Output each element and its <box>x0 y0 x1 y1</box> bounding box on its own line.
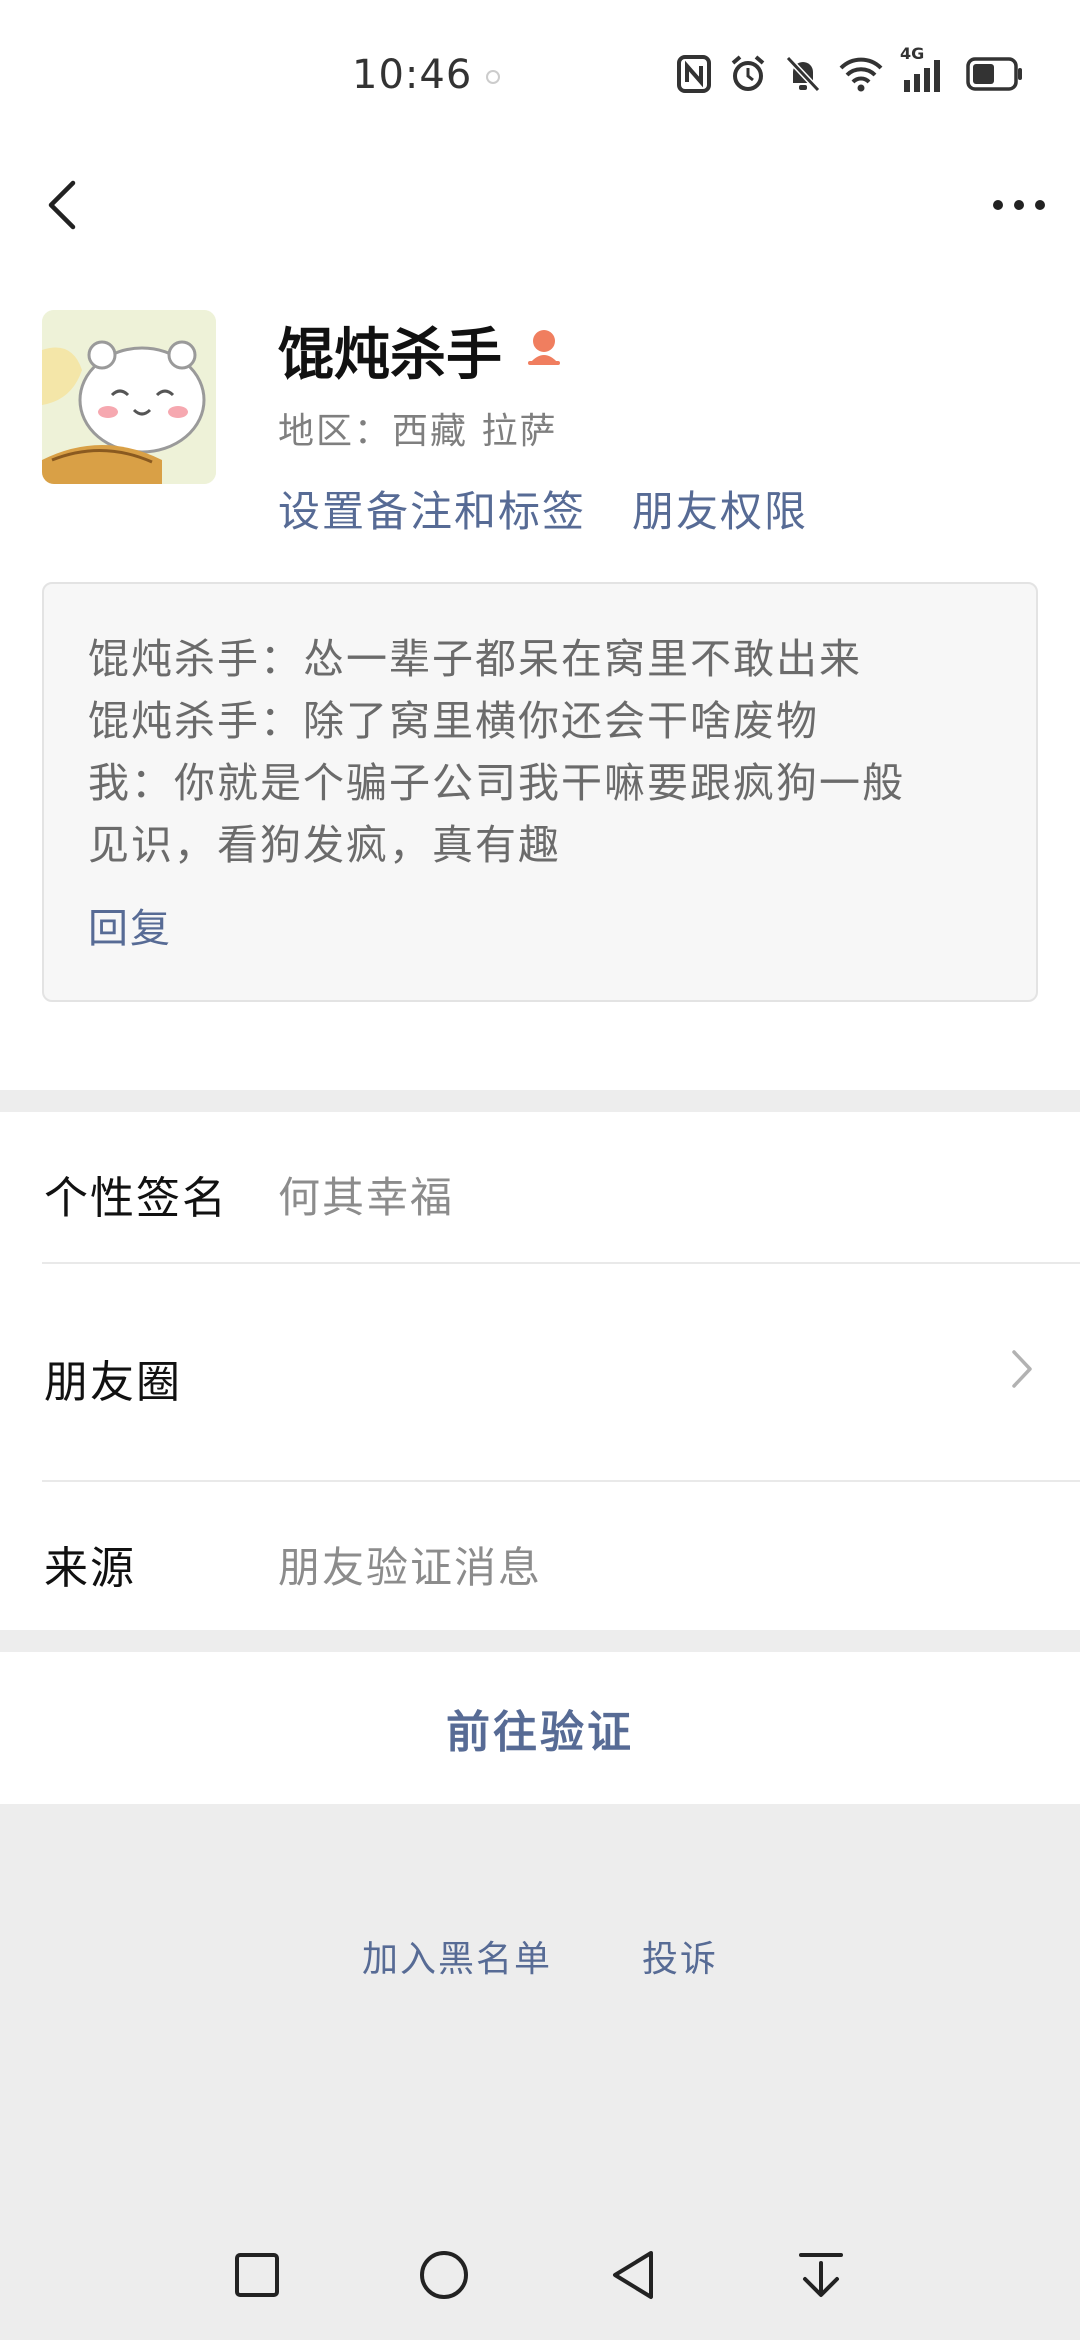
system-nav-bar <box>0 2220 1080 2340</box>
action-group: 前往验证 <box>0 1652 1080 1804</box>
add-to-blacklist-link[interactable]: 加入黑名单 <box>362 1930 552 1982</box>
signature-value: 何其幸福 <box>278 1173 455 1222</box>
nav-bar <box>0 150 1080 260</box>
circle-icon <box>420 2251 468 2299</box>
status-time: 10:46 <box>352 52 473 98</box>
message-line: 馄炖杀手：除了窝里横你还会干啥废物 <box>88 697 819 745</box>
verification-message-card: 馄炖杀手：怂一辈子都呆在窝里不敢出来 馄炖杀手：除了窝里横你还会干啥废物 我：你… <box>42 582 1038 1002</box>
set-remark-link[interactable]: 设置备注和标签 <box>278 478 586 539</box>
signal-icon: 4G <box>900 44 950 94</box>
report-link[interactable]: 投诉 <box>642 1930 718 1982</box>
info-group: 个性签名 何其幸福 朋友圈 来源 朋友验证消息 <box>0 1112 1080 1630</box>
status-bar: 10:46 4G <box>0 0 1080 150</box>
pull-down-icon <box>799 2253 843 2297</box>
triangle-back-icon <box>613 2251 653 2299</box>
alarm-icon <box>728 54 768 94</box>
profile-links: 设置备注和标签 朋友权限 <box>278 478 808 539</box>
source-label: 来源 <box>44 1543 136 1594</box>
signature-label: 个性签名 <box>44 1173 228 1224</box>
chevron-right-icon <box>1010 1348 1034 1394</box>
avatar[interactable] <box>42 310 216 484</box>
back-nav-button[interactable] <box>598 2240 668 2310</box>
wifi-icon <box>838 54 884 94</box>
go-verify-button[interactable]: 前往验证 <box>0 1652 1080 1804</box>
message-line: 我：你就是个骗子公司我干嘛要跟疯狗一般 <box>88 759 905 807</box>
footer-links: 加入黑名单 投诉 <box>0 1930 1080 1982</box>
nfc-icon <box>676 54 712 94</box>
contact-name: 馄炖杀手 <box>278 323 502 388</box>
home-button[interactable] <box>409 2240 479 2310</box>
contact-profile-screen: 10:46 4G 馄炖杀手 地区：西藏 拉萨 设置备注和标签 朋友权限 馄炖杀手… <box>0 0 1080 2340</box>
recents-button[interactable] <box>222 2240 292 2310</box>
status-icons: 4G <box>676 44 1024 94</box>
network-type-label: 4G <box>900 44 925 63</box>
square-icon <box>235 2253 279 2297</box>
signature-row: 个性签名 何其幸福 <box>0 1112 1080 1262</box>
message-line: 见识，看狗发疯，真有趣 <box>88 821 561 869</box>
sync-indicator-icon <box>486 70 500 84</box>
bell-muted-icon <box>784 54 822 94</box>
source-row: 来源 朋友验证消息 <box>0 1482 1080 1630</box>
more-dots-icon <box>993 200 1045 210</box>
profile-section: 馄炖杀手 地区：西藏 拉萨 设置备注和标签 朋友权限 馄炖杀手：怂一辈子都呆在窝… <box>0 260 1080 1090</box>
moments-label: 朋友圈 <box>44 1357 182 1408</box>
chevron-left-icon <box>48 180 76 230</box>
source-value: 朋友验证消息 <box>278 1543 543 1592</box>
back-button[interactable] <box>28 170 98 240</box>
region-text: 地区：西藏 拉萨 <box>278 411 558 452</box>
message-line: 馄炖杀手：怂一辈子都呆在窝里不敢出来 <box>88 635 862 683</box>
battery-icon <box>966 57 1024 91</box>
female-icon <box>522 325 566 373</box>
more-button[interactable] <box>984 170 1054 240</box>
notification-pull-button[interactable] <box>786 2240 856 2310</box>
friend-permissions-link[interactable]: 朋友权限 <box>632 478 808 539</box>
moments-row[interactable]: 朋友圈 <box>0 1264 1080 1480</box>
reply-link[interactable]: 回复 <box>88 896 992 954</box>
